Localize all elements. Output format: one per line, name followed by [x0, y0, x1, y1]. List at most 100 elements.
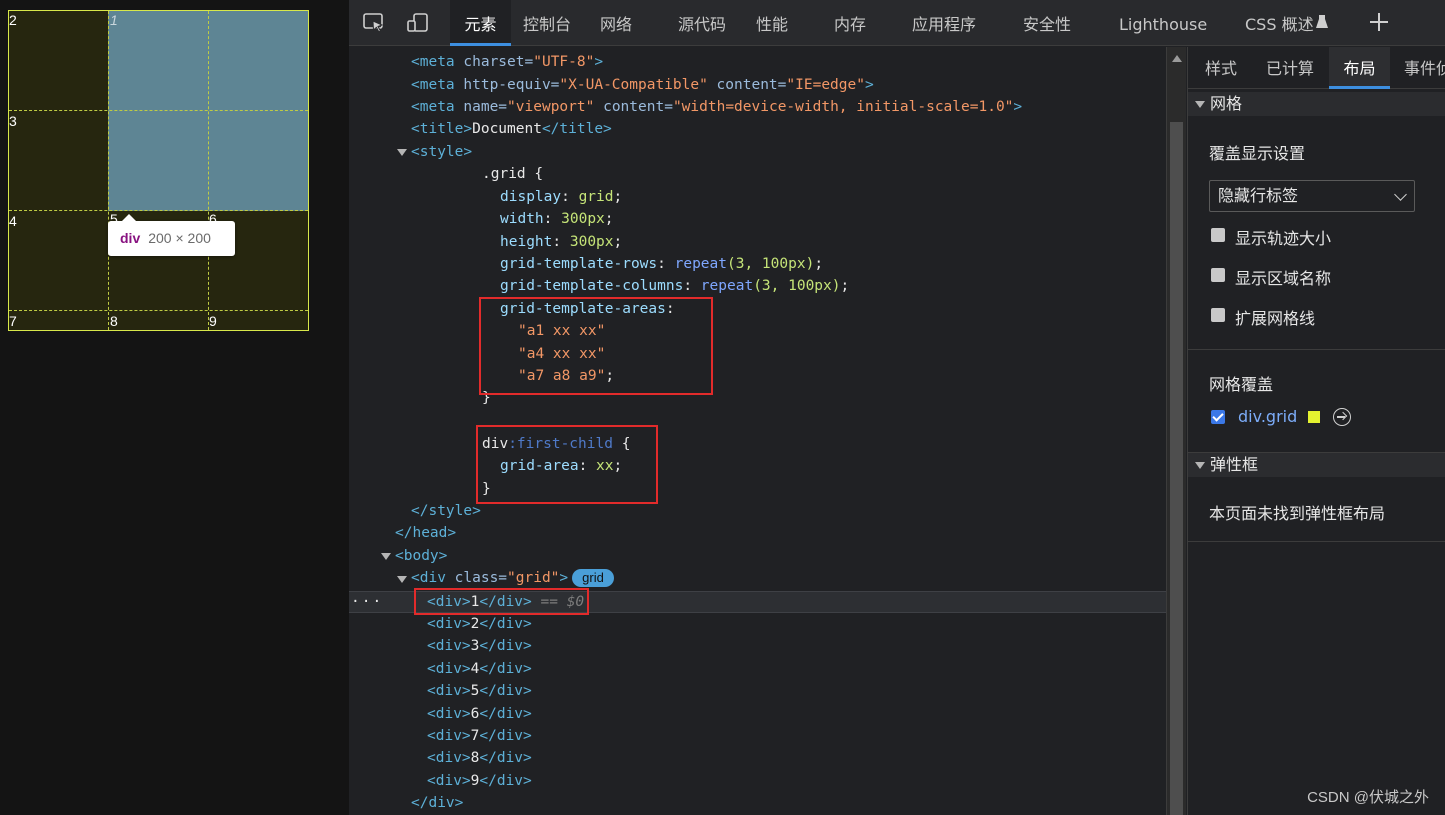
- section-title: 弹性框: [1210, 455, 1259, 474]
- section-title: 网格: [1210, 94, 1243, 113]
- grid-badge[interactable]: grid: [572, 569, 614, 587]
- grid-section-header[interactable]: 网格: [1188, 92, 1445, 116]
- tooltip-size: 200 × 200: [148, 230, 211, 246]
- watermark: CSDN @伏城之外: [1307, 789, 1429, 806]
- collapse-triangle-icon: [1195, 462, 1205, 469]
- extend-lines-checkbox[interactable]: [1211, 308, 1225, 322]
- collapse-triangle-icon[interactable]: [397, 576, 407, 583]
- tab-elements[interactable]: 元素: [450, 0, 511, 46]
- dom-node-line[interactable]: <div>8</div>: [427, 747, 532, 769]
- experiment-icon: [1315, 14, 1329, 30]
- flexbox-section-header[interactable]: 弹性框: [1188, 453, 1445, 477]
- dom-node-line[interactable]: </div>: [411, 792, 463, 814]
- dom-node-line[interactable]: </head>: [395, 522, 456, 544]
- dom-node-line[interactable]: <div>5</div>: [427, 680, 532, 702]
- row-label-select[interactable]: 隐藏行标签: [1209, 180, 1415, 212]
- add-tab-icon[interactable]: [1368, 11, 1392, 33]
- divider: [1188, 541, 1445, 542]
- reveal-element-icon[interactable]: [1333, 408, 1351, 426]
- scroll-thumb[interactable]: [1170, 122, 1183, 815]
- tab-event-listeners[interactable]: 事件侦: [1404, 47, 1445, 89]
- css-declaration: grid-template-rows: repeat(3, 100px);: [500, 256, 824, 272]
- layout-sidebar: 样式 已计算 布局 事件侦 网格 覆盖显示设置 隐藏行标签 显示轨迹大小 显示区…: [1187, 47, 1445, 815]
- dom-node-line[interactable]: <div>3</div>: [427, 635, 532, 657]
- grid-overlay-checkbox[interactable]: [1211, 410, 1225, 424]
- css-rule-line: .grid {: [482, 166, 544, 182]
- grid-line: [108, 11, 109, 330]
- dom-node-line[interactable]: <div>9</div>: [427, 770, 532, 792]
- dom-node-line[interactable]: <style>: [411, 141, 472, 163]
- tab-performance[interactable]: 性能: [756, 0, 788, 46]
- tab-computed[interactable]: 已计算: [1266, 47, 1314, 89]
- elements-tree: ··· <meta charset="UTF-8"> <meta http-eq…: [349, 47, 1166, 815]
- grid-cell-label: 1: [110, 12, 118, 28]
- css-declaration: height: 300px;: [500, 234, 623, 250]
- tooltip-tag: div: [120, 230, 141, 246]
- grid-overlay-preview: 1 2 3 4 5 6 7 8 9: [8, 10, 309, 331]
- tab-network[interactable]: 网络: [600, 0, 632, 46]
- dom-node-line[interactable]: <div>6</div>: [427, 703, 532, 725]
- css-declaration: display: grid;: [500, 189, 623, 205]
- collapse-triangle-icon[interactable]: [381, 553, 391, 560]
- devtools-panel: 元素 控制台 网络 源代码 性能 内存 应用程序 安全性 Lighthouse …: [349, 0, 1445, 815]
- overlay-settings-title: 覆盖显示设置: [1209, 144, 1306, 163]
- tab-application[interactable]: 应用程序: [912, 0, 976, 46]
- tab-lighthouse[interactable]: Lighthouse: [1119, 0, 1207, 46]
- dom-node-line[interactable]: <meta http-equiv="X-UA-Compatible" conte…: [411, 74, 874, 96]
- css-declaration: grid-template-columns: repeat(3, 100px);: [500, 278, 850, 294]
- collapse-triangle-icon[interactable]: [397, 149, 407, 156]
- devtools-tab-bar: 元素 控制台 网络 源代码 性能 内存 应用程序 安全性 Lighthouse …: [349, 0, 1445, 46]
- track-sizes-checkbox[interactable]: [1211, 228, 1225, 242]
- annotation-box: [414, 588, 589, 615]
- collapse-triangle-icon: [1195, 101, 1205, 108]
- tab-css-overview[interactable]: CSS 概述: [1245, 0, 1314, 46]
- grid-cell-label: 4: [9, 213, 17, 229]
- select-value: 隐藏行标签: [1218, 186, 1299, 205]
- code-scrollbar[interactable]: [1166, 47, 1186, 815]
- chevron-down-icon: [1394, 188, 1407, 201]
- grid-cell-label: 8: [110, 313, 118, 329]
- grid-cell-label: 9: [209, 313, 217, 329]
- dom-node-line[interactable]: <meta charset="UTF-8">: [411, 51, 603, 73]
- tab-console[interactable]: 控制台: [523, 0, 571, 46]
- tab-styles[interactable]: 样式: [1205, 47, 1237, 89]
- tab-layout[interactable]: 布局: [1329, 47, 1390, 89]
- annotation-box: [479, 297, 713, 395]
- dom-node-line[interactable]: <body>: [395, 545, 447, 567]
- tab-sources[interactable]: 源代码: [678, 0, 726, 46]
- grid-cell-label: 7: [9, 313, 17, 329]
- flexbox-empty-message: 本页面未找到弹性框布局: [1209, 504, 1386, 523]
- area-names-label[interactable]: 显示区域名称: [1235, 265, 1331, 289]
- dom-node-line[interactable]: <meta name="viewport" content="width=dev…: [411, 96, 1022, 118]
- grid-cell-label: 2: [9, 12, 17, 28]
- dom-node-line[interactable]: </style>: [411, 500, 481, 522]
- dom-node-line[interactable]: <div>2</div>: [427, 613, 532, 635]
- css-declaration: width: 300px;: [500, 211, 614, 227]
- dom-node-line[interactable]: <div>7</div>: [427, 725, 532, 747]
- area-names-checkbox[interactable]: [1211, 268, 1225, 282]
- dom-node-line[interactable]: <div class="grid"> grid: [411, 567, 614, 589]
- grid-overlay-element-link[interactable]: div.grid: [1238, 407, 1297, 426]
- overlay-color-swatch[interactable]: [1308, 411, 1320, 423]
- sidebar-tab-bar: 样式 已计算 布局 事件侦: [1188, 47, 1445, 89]
- divider: [1188, 349, 1445, 350]
- grid-line: [9, 110, 308, 111]
- tab-memory[interactable]: 内存: [834, 0, 866, 46]
- grid-line: [208, 11, 209, 330]
- dom-node-line[interactable]: <div>4</div>: [427, 658, 532, 680]
- node-actions-ellipsis[interactable]: ···: [351, 591, 383, 613]
- grid-cell-label: 3: [9, 113, 17, 129]
- dom-node-line[interactable]: <title>Document</title>: [411, 118, 612, 140]
- device-toolbar-icon[interactable]: [406, 12, 430, 34]
- scroll-up-icon[interactable]: [1172, 55, 1182, 62]
- extend-lines-label[interactable]: 扩展网格线: [1235, 305, 1315, 329]
- inspect-icon[interactable]: [362, 12, 386, 34]
- grid-line: [9, 310, 308, 311]
- track-sizes-label[interactable]: 显示轨迹大小: [1235, 225, 1331, 249]
- element-tooltip: div 200 × 200: [108, 214, 235, 256]
- annotation-box: [476, 425, 658, 504]
- grid-overlay-title: 网格覆盖: [1209, 375, 1274, 394]
- grid-line: [9, 210, 308, 211]
- tab-security[interactable]: 安全性: [1023, 0, 1071, 46]
- page-preview: 1 2 3 4 5 6 7 8 9 div 200 × 200: [0, 0, 349, 815]
